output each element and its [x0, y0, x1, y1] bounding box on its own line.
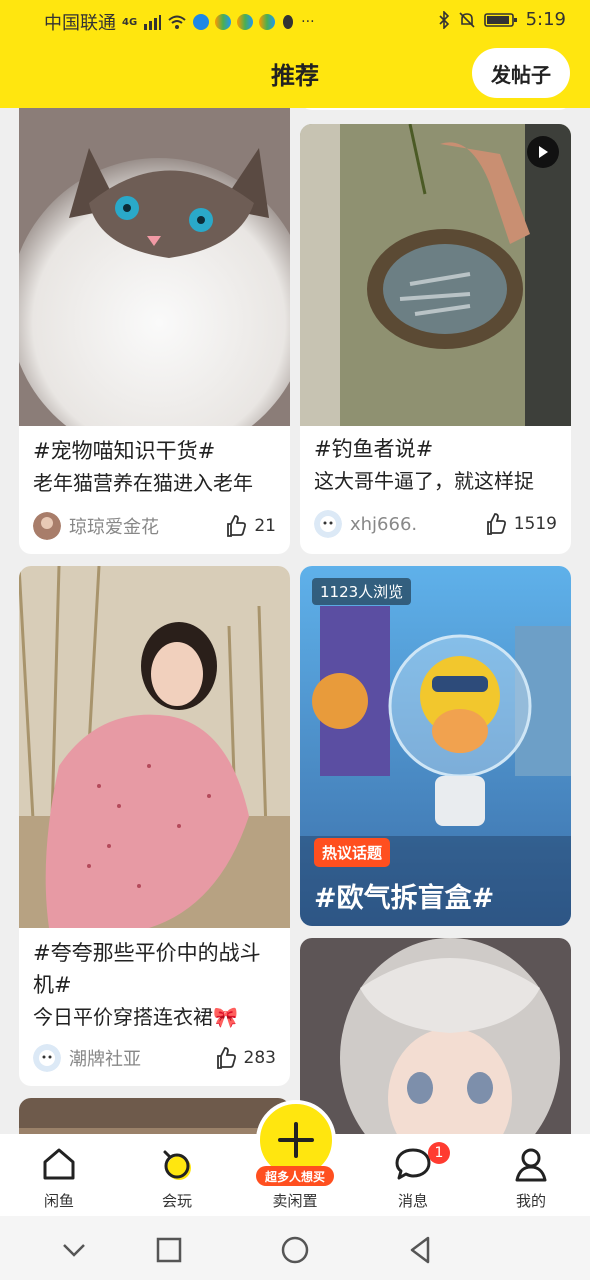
back-icon[interactable] [400, 1230, 440, 1270]
doll-photo[interactable] [300, 938, 571, 1134]
messages-unread-badge: 1 [428, 1142, 450, 1164]
author-name: xhj666. [350, 513, 418, 535]
avatar [33, 512, 61, 540]
tab-messages[interactable]: 消息 [354, 1134, 472, 1216]
feed-card-partial[interactable] [19, 1098, 290, 1134]
fishing-video-thumbnail[interactable] [300, 124, 571, 426]
home-icon [43, 1148, 75, 1180]
home-circle-icon[interactable] [275, 1230, 315, 1270]
bluetooth-icon [439, 10, 449, 29]
hot-topic-badge: 热议话题 [314, 838, 391, 867]
play-icon [527, 136, 559, 168]
play-circle-icon [163, 1150, 191, 1180]
tab-sell-label: 卖闲置 [272, 1192, 318, 1210]
feed[interactable]: #宠物喵知识干货# 老年猫营养在猫进入老年 琼琼爱金花 21 #钓鱼者说# 这大… [0, 108, 590, 1134]
more-notifications-icon: ··· [301, 14, 315, 30]
tab-home[interactable]: 闲鱼 [0, 1134, 118, 1216]
qq-icon [283, 15, 294, 29]
mute-bell-icon [459, 11, 475, 28]
sell-promo-badge: 超多人想买 [256, 1166, 334, 1186]
clock: 5:19 [525, 9, 566, 30]
card-topic-tag: #宠物喵知识干货# [33, 439, 216, 463]
tab-messages-label: 消息 [397, 1192, 428, 1210]
feed-card-topic[interactable]: 1123人浏览 热议话题 #欧气拆盲盒# [300, 566, 571, 926]
header: 推荐 发帖子 [0, 40, 590, 108]
like-count: 283 [243, 1048, 276, 1068]
card-description: 今日平价穿搭连衣裙🎀 [33, 1005, 238, 1029]
card-topic-tag: #钓鱼者说# [314, 437, 434, 461]
outfit-photo[interactable] [19, 566, 290, 928]
topic-title: #欧气拆盲盒# [314, 883, 495, 914]
thumbs-up-icon [216, 1047, 236, 1069]
like-button[interactable]: 283 [214, 1046, 276, 1070]
chevron-down-icon[interactable] [54, 1230, 94, 1270]
like-button[interactable]: 1519 [484, 512, 557, 536]
like-button[interactable]: 21 [224, 514, 276, 538]
battery-icon [483, 12, 517, 27]
feed-card[interactable]: #钓鱼者说# 这大哥牛逼了，就这样捉 xhj666. 1519 [300, 124, 571, 554]
card-meta: xhj666. 1519 [314, 508, 557, 540]
cat-photo[interactable] [19, 108, 290, 426]
author-name: 琼琼爱金花 [69, 517, 159, 538]
view-count-badge: 1123人浏览 [312, 578, 412, 605]
blind-box-photo[interactable] [300, 566, 571, 926]
app-notification-icon [237, 14, 254, 30]
wifi-icon [168, 15, 186, 29]
card-meta: 琼琼爱金花 21 [33, 510, 276, 542]
avatar [33, 1044, 61, 1072]
card-description: 这大哥牛逼了，就这样捉 [314, 469, 534, 493]
card-topic-tag-line2: 机# [33, 973, 72, 997]
thumbs-up-icon [227, 515, 247, 537]
card-topic-tag: #夸夸那些平价中的战斗 [33, 941, 261, 965]
tab-me-label: 我的 [515, 1192, 546, 1210]
tab-play[interactable]: 会玩 [118, 1134, 236, 1216]
network-type: 4G [122, 16, 138, 28]
app-notification-icon [193, 14, 210, 30]
status-bar: 中国联通 4G ··· 5:19 [0, 0, 590, 40]
feed-card-partial[interactable] [300, 108, 571, 110]
thumbs-up-icon [486, 513, 506, 535]
author[interactable]: 潮牌社亚 [33, 1044, 141, 1072]
app-notification-icon [259, 14, 276, 30]
user-icon [515, 1148, 547, 1182]
message-bubble-icon [395, 1148, 431, 1180]
recent-apps-icon[interactable] [149, 1230, 189, 1270]
signal-icon [144, 15, 162, 30]
author-name: 潮牌社亚 [69, 1049, 141, 1070]
system-nav-bar [0, 1216, 590, 1280]
tab-play-label: 会玩 [161, 1192, 192, 1210]
post-button[interactable]: 发帖子 [472, 48, 570, 98]
app-notification-icon [215, 14, 232, 30]
tab-me[interactable]: 我的 [472, 1134, 590, 1216]
card-description: 老年猫营养在猫进入老年 [33, 471, 253, 495]
feed-card[interactable] [300, 938, 571, 1134]
author[interactable]: 琼琼爱金花 [33, 512, 159, 540]
carrier-label: 中国联通 [44, 13, 116, 34]
feed-card[interactable]: #宠物喵知识干货# 老年猫营养在猫进入老年 琼琼爱金花 21 [19, 108, 290, 554]
plus-icon [278, 1122, 314, 1158]
feed-card[interactable]: #夸夸那些平价中的战斗 机# 今日平价穿搭连衣裙🎀 潮牌社亚 283 [19, 566, 290, 1086]
tab-home-label: 闲鱼 [43, 1192, 74, 1210]
author[interactable]: xhj666. [314, 510, 417, 538]
card-meta: 潮牌社亚 283 [33, 1042, 276, 1074]
avatar [314, 510, 342, 538]
like-count: 21 [254, 516, 276, 536]
like-count: 1519 [513, 514, 557, 534]
card-photo[interactable] [19, 1098, 290, 1134]
